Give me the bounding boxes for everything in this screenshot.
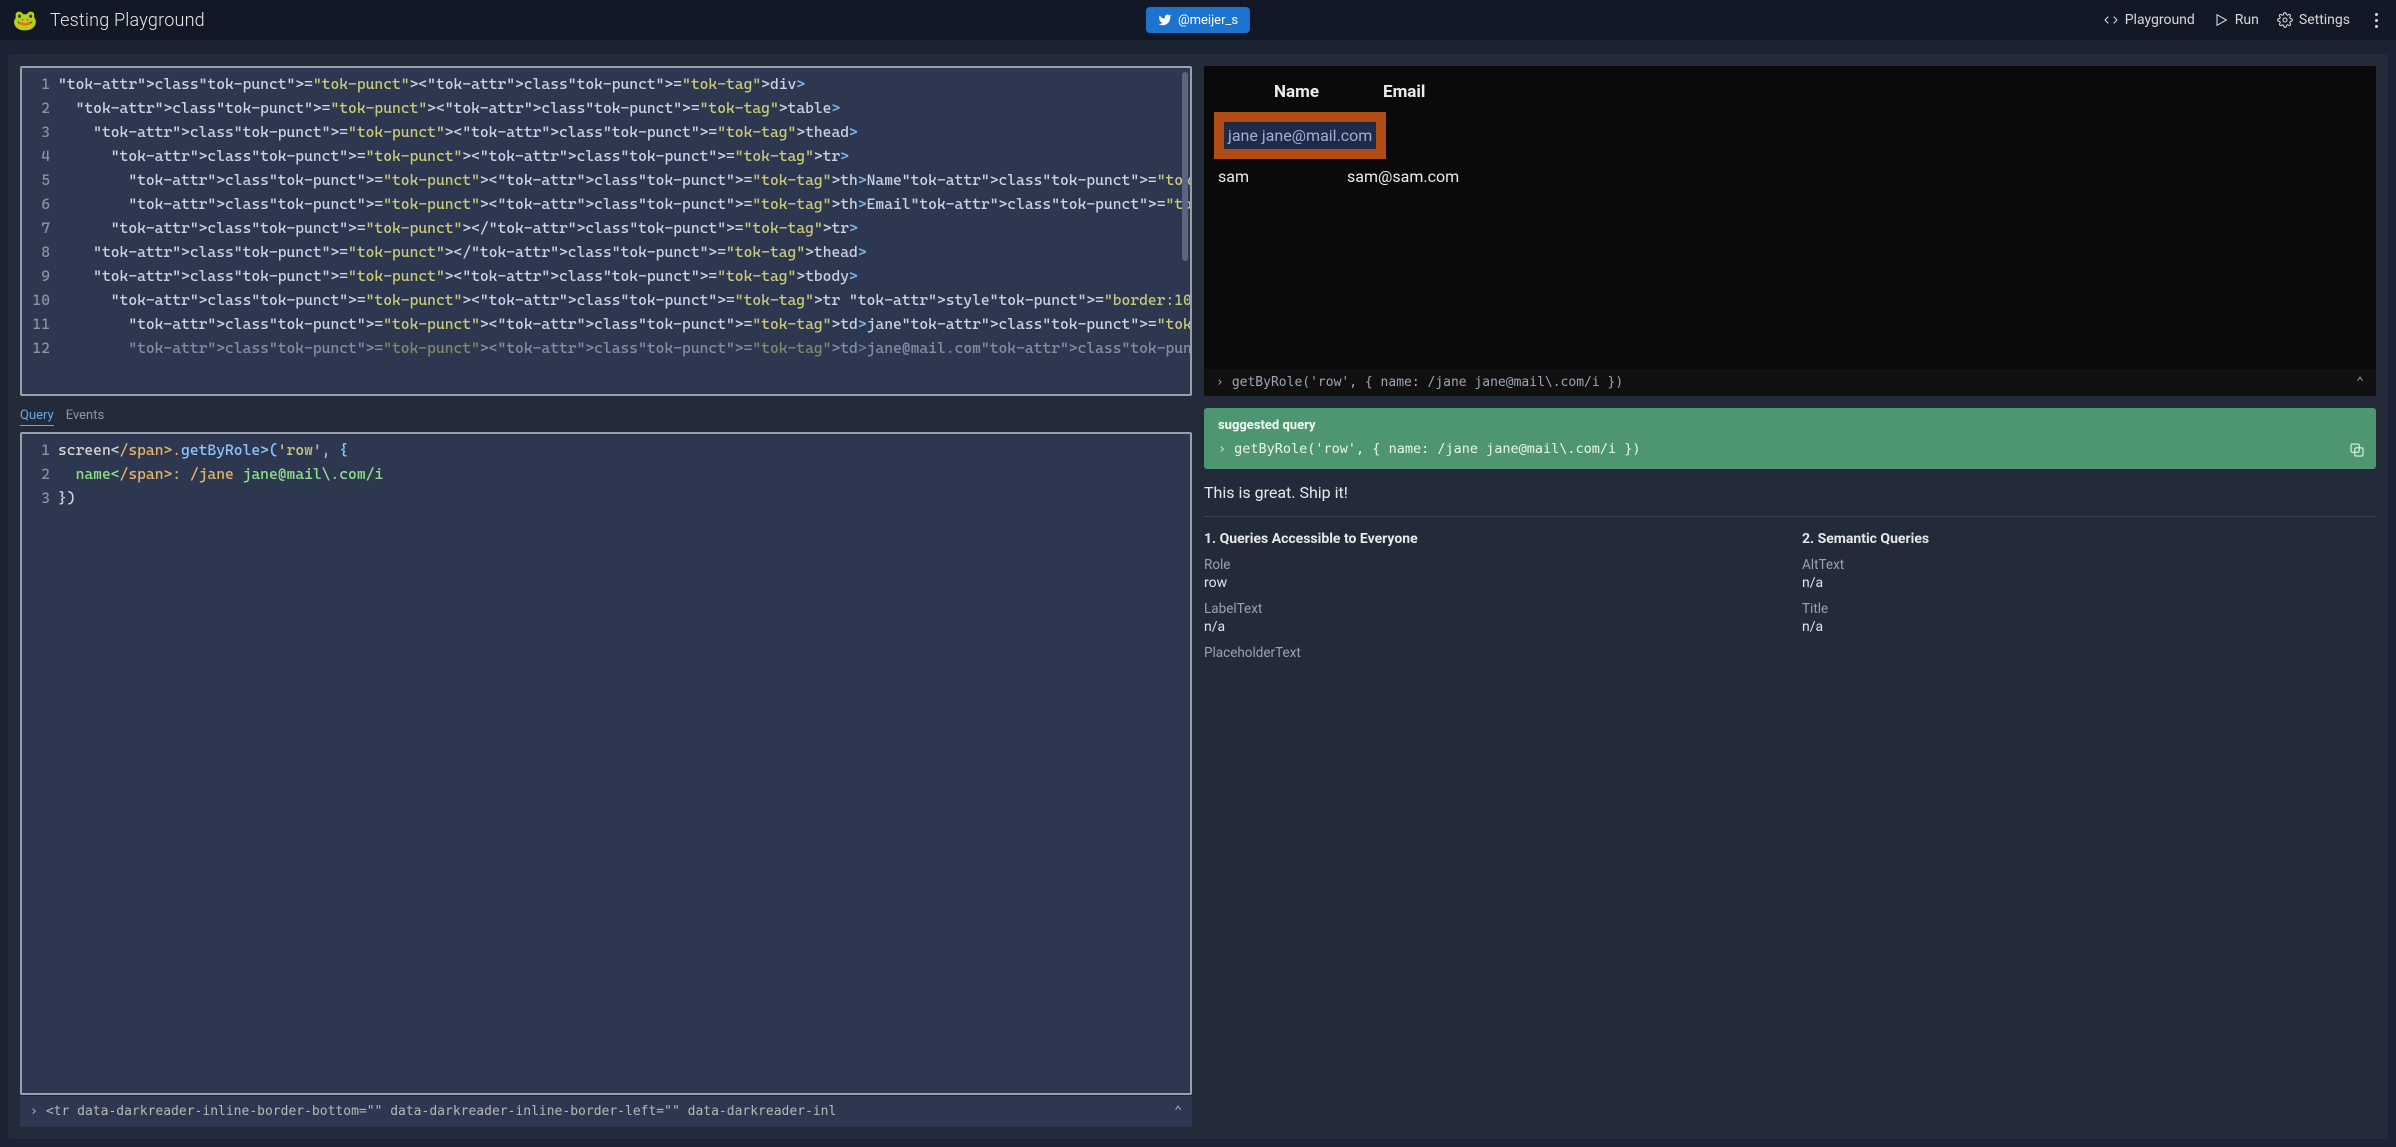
tabs: Query Events <box>20 408 1192 426</box>
query-item[interactable]: Role row <box>1204 557 1778 591</box>
twitter-icon <box>1158 13 1172 27</box>
chevron-right-icon: › <box>1216 375 1224 390</box>
query-item-value: n/a <box>1204 619 1778 635</box>
copy-button[interactable] <box>2348 441 2366 459</box>
query-item-label: LabelText <box>1204 601 1778 617</box>
table-header-row: Name Email <box>1214 76 1479 112</box>
playground-button[interactable]: Playground <box>2103 12 2195 28</box>
query-item-value: n/a <box>1802 575 2376 591</box>
workspace: 123456789101112 "tok-attr">class"tok-pun… <box>8 54 2388 1139</box>
app-title: Testing Playground <box>50 10 205 31</box>
twitter-handle: @meijer_s <box>1178 13 1238 28</box>
table-row[interactable]: jane jane@mail.com <box>1214 112 1479 159</box>
accessible-queries-title: 1. Queries Accessible to Everyone <box>1204 531 1778 547</box>
cell-name: jane <box>1228 126 1258 145</box>
table-row[interactable]: sam sam@sam.com <box>1214 159 1479 194</box>
col-name-header: Name <box>1214 76 1343 112</box>
more-menu-button[interactable] <box>2368 13 2384 28</box>
query-item[interactable]: AltText n/a <box>1802 557 2376 591</box>
query-item-value: n/a <box>1802 619 2376 635</box>
chevron-right-icon: › <box>1218 441 1226 457</box>
highlighted-row-content: jane jane@mail.com <box>1214 112 1386 159</box>
suggested-query-title: suggested query <box>1218 418 2362 433</box>
scrollbar[interactable] <box>1182 72 1188 261</box>
query-code[interactable]: screen</span>.getByRole>('row', { name</… <box>56 434 1190 1093</box>
query-gutter: 123 <box>22 434 56 1093</box>
preview-footer: › getByRole('row', { name: /jane jane@ma… <box>1204 369 2376 396</box>
run-button[interactable]: Run <box>2213 12 2259 28</box>
preview-body[interactable]: Name Email jane jane@mail.com <box>1214 76 2366 369</box>
suggestion-panel: suggested query › getByRole('row', { nam… <box>1204 408 2376 1127</box>
query-editor[interactable]: 123 screen</span>.getByRole>('row', { na… <box>20 432 1192 1095</box>
query-item[interactable]: LabelText n/a <box>1204 601 1778 635</box>
preview-pane: Name Email jane jane@mail.com <box>1204 66 2376 396</box>
semantic-queries-col: 2. Semantic Queries AltText n/a Title n/… <box>1802 531 2376 671</box>
twitter-link-button[interactable]: @meijer_s <box>1146 7 1250 33</box>
suggested-query-text: getByRole('row', { name: /jane jane@mail… <box>1234 441 1640 457</box>
run-label: Run <box>2235 12 2259 28</box>
col-email-header: Email <box>1343 76 1479 112</box>
markup-editor[interactable]: 123456789101112 "tok-attr">class"tok-pun… <box>20 66 1192 396</box>
preview-footer-code: getByRole('row', { name: /jane jane@mail… <box>1232 375 1623 390</box>
tab-query[interactable]: Query <box>20 408 54 426</box>
preview-table: Name Email jane jane@mail.com <box>1214 76 1479 194</box>
suggested-query-code: › getByRole('row', { name: /jane jane@ma… <box>1218 441 2362 457</box>
breadcrumb-path: <tr data-darkreader-inline-border-bottom… <box>46 1104 837 1119</box>
copy-icon <box>2348 441 2366 459</box>
markup-code[interactable]: "tok-attr">class"tok-punct">="tok-punct"… <box>56 68 1190 394</box>
frog-logo-icon: 🐸 <box>12 7 38 33</box>
query-item[interactable]: Title n/a <box>1802 601 2376 635</box>
chevron-up-icon[interactable]: ⌃ <box>1174 1104 1182 1119</box>
cell-name: sam <box>1214 159 1343 194</box>
query-item-label: AltText <box>1802 557 2376 573</box>
suggested-query-box: suggested query › getByRole('row', { nam… <box>1204 408 2376 469</box>
cell-email: sam@sam.com <box>1343 159 1479 194</box>
cell-email: jane@mail.com <box>1262 126 1372 145</box>
query-item-label: Role <box>1204 557 1778 573</box>
chevron-up-icon[interactable]: ⌃ <box>2356 375 2364 390</box>
markup-gutter: 123456789101112 <box>22 68 56 394</box>
settings-label: Settings <box>2299 12 2350 28</box>
tab-events[interactable]: Events <box>66 408 104 426</box>
chevron-right-icon: › <box>30 1104 38 1119</box>
gear-icon <box>2277 12 2293 28</box>
embed-icon <box>2103 12 2119 28</box>
top-actions: Playground Run Settings <box>2103 12 2384 28</box>
accessible-queries-col: 1. Queries Accessible to Everyone Role r… <box>1204 531 1778 671</box>
query-panel: Query Events 123 screen</span>.getByRole… <box>20 408 1192 1127</box>
divider <box>1204 516 2376 517</box>
query-categories: 1. Queries Accessible to Everyone Role r… <box>1204 531 2376 671</box>
result-message: This is great. Ship it! <box>1204 483 2376 502</box>
query-item[interactable]: PlaceholderText <box>1204 645 1778 661</box>
query-item-label: PlaceholderText <box>1204 645 1778 661</box>
semantic-queries-title: 2. Semantic Queries <box>1802 531 2376 547</box>
play-icon <box>2213 12 2229 28</box>
settings-button[interactable]: Settings <box>2277 12 2350 28</box>
element-breadcrumb: › <tr data-darkreader-inline-border-bott… <box>20 1095 1192 1127</box>
top-bar: 🐸 Testing Playground @meijer_s Playgroun… <box>0 0 2396 40</box>
query-item-label: Title <box>1802 601 2376 617</box>
query-item-value: row <box>1204 575 1778 591</box>
playground-label: Playground <box>2125 12 2195 28</box>
